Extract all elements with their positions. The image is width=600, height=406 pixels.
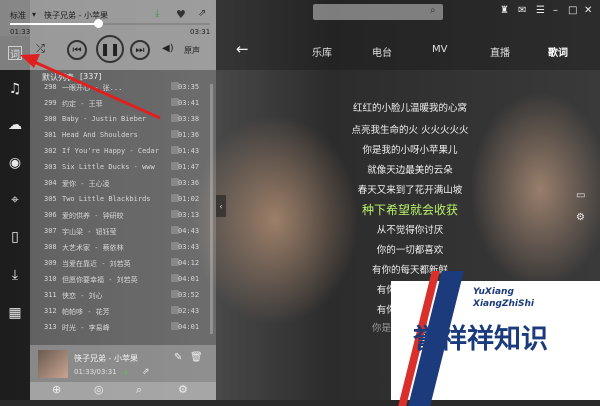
annotation-arrow: [20, 54, 161, 120]
